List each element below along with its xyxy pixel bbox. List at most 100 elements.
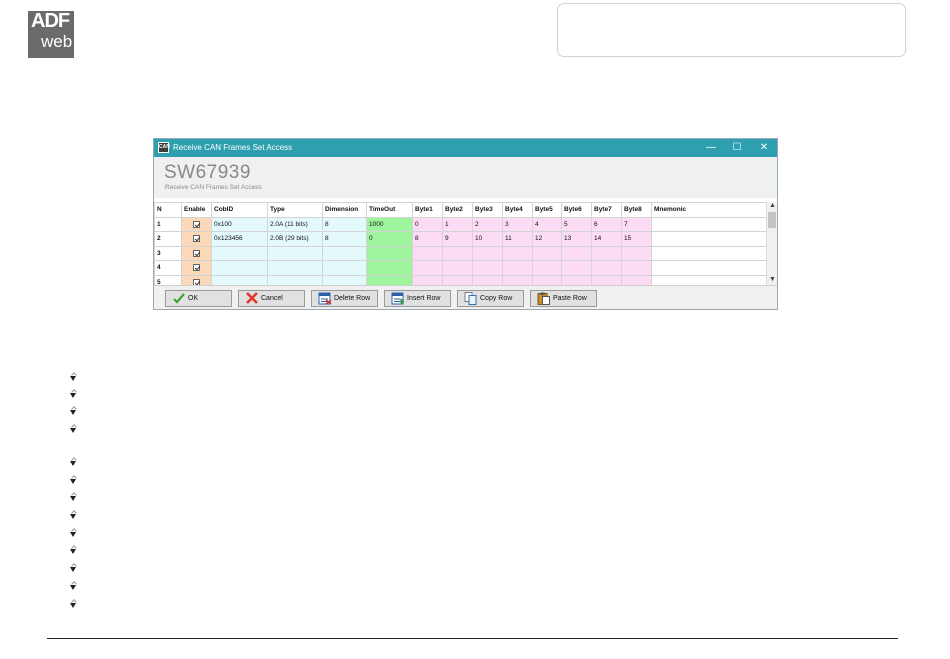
delete-row-button[interactable]: Delete Row	[311, 290, 378, 307]
enable-checkbox[interactable]	[193, 220, 200, 228]
byte-cell[interactable]	[442, 260, 473, 276]
byte-cell[interactable]	[532, 260, 562, 276]
byte-cell[interactable]: 1	[442, 216, 473, 232]
dimension-cell[interactable]: 8	[322, 231, 367, 247]
column-header[interactable]: Byte7	[591, 202, 622, 218]
ok-button[interactable]: OK	[165, 290, 232, 307]
mnemonic-cell[interactable]	[651, 216, 766, 232]
byte-cell[interactable]: 4	[532, 216, 562, 232]
enable-cell[interactable]	[181, 245, 212, 261]
timeout-cell[interactable]: 1000	[366, 216, 413, 232]
column-header[interactable]: Byte1	[412, 202, 443, 218]
cobid-cell[interactable]: 0x123456	[211, 231, 268, 247]
dimension-cell[interactable]: 8	[322, 216, 367, 232]
byte-cell[interactable]: 12	[532, 231, 562, 247]
cobid-cell[interactable]: 0x100	[211, 216, 268, 232]
type-cell[interactable]	[267, 260, 323, 276]
byte-cell[interactable]	[621, 274, 652, 285]
enable-checkbox[interactable]	[193, 264, 200, 272]
minimize-button[interactable]: —	[698, 140, 724, 156]
column-header[interactable]: Type	[267, 202, 323, 218]
timeout-cell[interactable]: 0	[366, 231, 413, 247]
byte-cell[interactable]	[412, 260, 443, 276]
dimension-cell[interactable]	[322, 260, 367, 276]
vertical-scrollbar[interactable]: ▲ ▼	[766, 202, 777, 285]
byte-cell[interactable]	[442, 245, 473, 261]
byte-cell[interactable]	[412, 274, 443, 285]
column-header[interactable]: Byte3	[472, 202, 503, 218]
cobid-cell[interactable]	[211, 260, 268, 276]
table-row[interactable]: 4	[154, 260, 766, 276]
column-header[interactable]: Byte6	[561, 202, 592, 218]
column-header[interactable]: CobID	[211, 202, 268, 218]
close-button[interactable]: ✕	[751, 140, 777, 156]
cobid-cell[interactable]	[211, 274, 268, 285]
byte-cell[interactable]: 10	[472, 231, 503, 247]
byte-cell[interactable]	[532, 274, 562, 285]
timeout-cell[interactable]	[366, 260, 413, 276]
byte-cell[interactable]	[561, 245, 592, 261]
column-header[interactable]: Mnemonic	[651, 202, 766, 218]
byte-cell[interactable]: 7	[621, 216, 652, 232]
column-header[interactable]: N	[154, 202, 182, 218]
column-header[interactable]: Byte5	[532, 202, 562, 218]
enable-cell[interactable]	[181, 274, 212, 285]
byte-cell[interactable]: 13	[561, 231, 592, 247]
byte-cell[interactable]	[591, 274, 622, 285]
timeout-cell[interactable]	[366, 274, 413, 285]
byte-cell[interactable]	[502, 260, 533, 276]
type-cell[interactable]	[267, 245, 323, 261]
column-header[interactable]: Enable	[181, 202, 212, 218]
enable-cell[interactable]	[181, 216, 212, 232]
type-cell[interactable]: 2.0B (29 bits)	[267, 231, 323, 247]
byte-cell[interactable]	[561, 274, 592, 285]
byte-cell[interactable]	[472, 245, 503, 261]
mnemonic-cell[interactable]	[651, 245, 766, 261]
byte-cell[interactable]	[621, 245, 652, 261]
byte-cell[interactable]: 8	[412, 231, 443, 247]
column-header[interactable]: TimeOut	[366, 202, 413, 218]
enable-checkbox[interactable]	[193, 235, 200, 243]
byte-cell[interactable]: 5	[561, 216, 592, 232]
column-header[interactable]: Dimension	[322, 202, 367, 218]
byte-cell[interactable]: 14	[591, 231, 622, 247]
insert-row-button[interactable]: Insert Row	[384, 290, 451, 307]
copy-row-button[interactable]: Copy Row	[457, 290, 524, 307]
byte-cell[interactable]: 11	[502, 231, 533, 247]
byte-cell[interactable]	[621, 260, 652, 276]
byte-cell[interactable]	[591, 260, 622, 276]
enable-cell[interactable]	[181, 260, 212, 276]
mnemonic-cell[interactable]	[651, 260, 766, 276]
mnemonic-cell[interactable]	[651, 274, 766, 285]
byte-cell[interactable]: 15	[621, 231, 652, 247]
cancel-button[interactable]: Cancel	[238, 290, 305, 307]
column-header[interactable]: Byte4	[502, 202, 533, 218]
scroll-thumb[interactable]	[768, 212, 776, 228]
byte-cell[interactable]	[561, 260, 592, 276]
byte-cell[interactable]	[442, 274, 473, 285]
byte-cell[interactable]: 6	[591, 216, 622, 232]
table-row[interactable]: 2 0x123456 2.0B (29 bits) 8 0 8 9 10 11 …	[154, 231, 766, 247]
paste-row-button[interactable]: Paste Row	[530, 290, 597, 307]
byte-cell[interactable]	[472, 260, 503, 276]
byte-cell[interactable]	[472, 274, 503, 285]
column-header[interactable]: Byte2	[442, 202, 473, 218]
table-row[interactable]: 1 0x100 2.0A (11 bits) 8 1000 0 1 2 3 4 …	[154, 216, 766, 232]
enable-checkbox[interactable]	[193, 249, 200, 257]
byte-cell[interactable]	[532, 245, 562, 261]
cobid-cell[interactable]	[211, 245, 268, 261]
byte-cell[interactable]: 2	[472, 216, 503, 232]
byte-cell[interactable]	[502, 274, 533, 285]
scroll-down-icon[interactable]: ▼	[768, 276, 777, 285]
byte-cell[interactable]	[502, 245, 533, 261]
type-cell[interactable]: 2.0A (11 bits)	[267, 216, 323, 232]
enable-cell[interactable]	[181, 231, 212, 247]
byte-cell[interactable]	[591, 245, 622, 261]
byte-cell[interactable]: 3	[502, 216, 533, 232]
mnemonic-cell[interactable]	[651, 231, 766, 247]
dimension-cell[interactable]	[322, 245, 367, 261]
timeout-cell[interactable]	[366, 245, 413, 261]
byte-cell[interactable]	[412, 245, 443, 261]
column-header[interactable]: Byte8	[621, 202, 652, 218]
scroll-up-icon[interactable]: ▲	[768, 202, 777, 211]
